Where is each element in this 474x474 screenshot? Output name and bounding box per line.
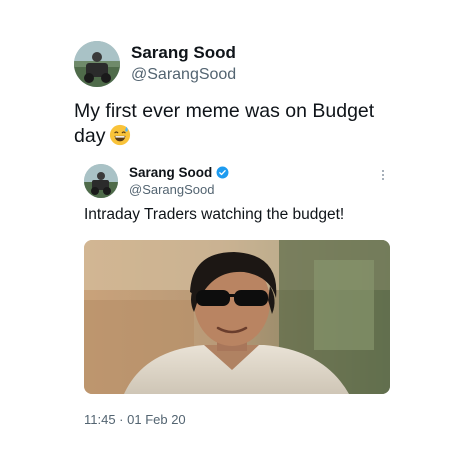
tweet-text: My first ever meme was on Budget day (74, 99, 404, 149)
quoted-author-name[interactable]: Sarang Sood (129, 164, 212, 181)
quoted-author-avatar[interactable] (84, 164, 118, 198)
author-handle[interactable]: @SarangSood (131, 65, 236, 85)
avatar-photo (74, 41, 120, 87)
author-avatar[interactable] (74, 41, 120, 87)
author-name[interactable]: Sarang Sood (131, 43, 236, 63)
quoted-tweet-text: Intraday Traders watching the budget! (84, 206, 345, 223)
meme-photo (84, 240, 390, 394)
quoted-author-handle[interactable]: @SarangSood (129, 181, 214, 198)
quoted-author-name-row: Sarang Sood (129, 164, 229, 181)
tweet-timestamp[interactable]: 11:45 · 01 Feb 20 (84, 411, 186, 428)
grinning-face-with-sweat-icon (110, 124, 131, 146)
quoted-tweet-media[interactable] (84, 240, 390, 394)
author-block: Sarang Sood @SarangSood (131, 43, 236, 85)
more-options-icon[interactable] (378, 168, 388, 186)
verified-badge-icon (216, 166, 229, 179)
quoted-avatar-photo (84, 164, 118, 198)
